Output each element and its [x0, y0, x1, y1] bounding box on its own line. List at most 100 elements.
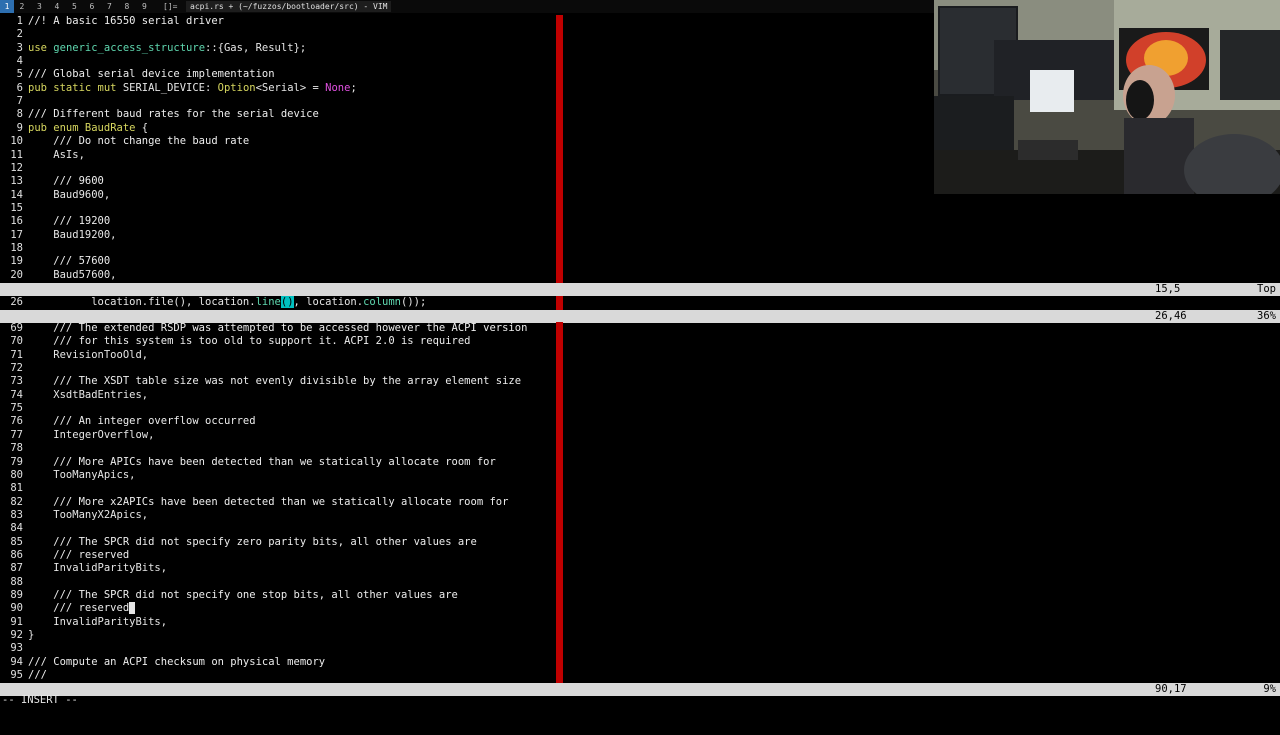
code-line[interactable]: 1 //! A basic 16550 serial driver	[0, 15, 224, 28]
code-token: Option	[217, 81, 256, 94]
line-number: 3	[16, 41, 23, 54]
code-line[interactable]: 12	[0, 162, 28, 175]
workspace-tag-8[interactable]: 8	[125, 2, 141, 11]
workspace-tag-3[interactable]: 3	[37, 2, 53, 11]
line-number: 7	[16, 95, 23, 108]
statusline-percent: 9%	[1263, 683, 1276, 695]
code-line[interactable]: 7	[0, 95, 28, 108]
code-line[interactable]: 83 TooManyX2Apics,	[0, 509, 148, 522]
code-line[interactable]: 92}	[0, 629, 34, 642]
line-number: 93	[10, 642, 23, 655]
code-token: /// The XSDT table size was not evenly d…	[28, 375, 522, 388]
line-number: 10	[10, 135, 23, 148]
webcam-image	[934, 0, 1280, 194]
editor-pane-main[interactable]: 26 location.file(), location.line(), loc…	[0, 296, 1280, 310]
code-line[interactable]: 72	[0, 362, 28, 375]
statusline-acpi[interactable]: src/acpi.rs [+] 90,17 9%	[0, 683, 1280, 708]
line-number: 83	[10, 508, 23, 521]
statusline-serial[interactable]: ../bootloader/src/serial.rs 15,5 Top	[0, 283, 1280, 308]
code-line[interactable]: 10 /// Do not change the baud rate	[0, 135, 249, 148]
code-line[interactable]: 88	[0, 576, 28, 589]
workspace-tag-1[interactable]: 1	[0, 0, 14, 13]
code-token: SERIAL_DEVICE:	[122, 81, 218, 94]
code-line[interactable]: 69 /// The extended RSDP was attempted t…	[0, 322, 527, 335]
code-token: /// 9600	[28, 175, 104, 188]
code-line[interactable]: 73 /// The XSDT table size was not evenl…	[0, 375, 521, 388]
code-line[interactable]: 5 /// Global serial device implementation	[0, 68, 275, 81]
code-line[interactable]: 4	[0, 55, 28, 68]
code-token: pub enum	[28, 121, 85, 134]
code-line[interactable]: 6 pub static mut SERIAL_DEVICE: Option<Se…	[0, 82, 357, 95]
line-number: 71	[10, 348, 23, 361]
code-line[interactable]: 76 /// An integer overflow occurred	[0, 415, 255, 428]
code-line[interactable]: 95 ///	[0, 669, 47, 682]
line-number: 20	[10, 268, 23, 281]
layout-symbol[interactable]: []=	[163, 2, 183, 11]
code-line[interactable]: 77 IntegerOverflow,	[0, 429, 154, 442]
workspace-tag-6[interactable]: 6	[90, 2, 106, 11]
code-line[interactable]: 26 location.file(), location.line(), loc…	[0, 296, 426, 309]
code-line[interactable]: 93	[0, 642, 28, 655]
line-number: 81	[10, 482, 23, 495]
code-token: /// Compute an ACPI checksum on physical…	[28, 655, 326, 668]
code-line[interactable]: 87 InvalidParityBits,	[0, 562, 167, 575]
code-line[interactable]: 20 Baud57600,	[0, 268, 116, 282]
code-token: TooManyApics,	[28, 468, 136, 481]
code-line[interactable]: 3 use generic_access_structure::{Gas, Res…	[0, 41, 307, 55]
line-number: 2	[16, 28, 23, 41]
line-number: 92	[10, 629, 23, 642]
code-token: RevisionTooOld,	[28, 348, 149, 361]
line-number: 12	[10, 161, 23, 174]
code-line[interactable]: 14 Baud9600,	[0, 189, 110, 202]
code-line[interactable]: 89 /// The SPCR did not specify one stop…	[0, 589, 458, 602]
code-line[interactable]: 19 /// 57600	[0, 255, 110, 268]
code-line[interactable]: 70 /// for this system is too old to sup…	[0, 335, 470, 348]
editor-pane-acpi[interactable]: 69 /// The extended RSDP was attempted t…	[0, 322, 1280, 683]
code-line[interactable]: 18	[0, 242, 28, 255]
code-line[interactable]: 13 /// 9600	[0, 175, 104, 188]
line-number: 5	[16, 68, 23, 81]
code-line[interactable]: 85 /// The SPCR did not specify zero par…	[0, 536, 477, 549]
code-line[interactable]: 90 /// reserved	[0, 602, 136, 615]
workspace-tag-9[interactable]: 9	[142, 2, 158, 11]
code-line[interactable]: 82 /// More x2APICs have been detected t…	[0, 496, 508, 509]
code-line[interactable]: 86 /// reserved	[0, 549, 129, 562]
workspace-tag-4[interactable]: 4	[55, 2, 71, 11]
code-line[interactable]: 2	[0, 28, 28, 41]
line-number: 73	[10, 375, 23, 388]
code-line[interactable]: 17 Baud19200,	[0, 229, 116, 242]
code-line[interactable]: 15	[0, 202, 28, 215]
code-line[interactable]: 16 /// 19200	[0, 215, 110, 228]
line-number: 69	[10, 322, 23, 334]
line-number: 70	[10, 335, 23, 348]
statusline-position: 15,5	[1155, 283, 1181, 295]
workspace-tag-5[interactable]: 5	[72, 2, 88, 11]
code-line[interactable]: 91 InvalidParityBits,	[0, 616, 167, 629]
workspace-tag-7[interactable]: 7	[107, 2, 123, 11]
line-number: 74	[10, 388, 23, 401]
code-line[interactable]: 94 /// Compute an ACPI checksum on physic…	[0, 656, 325, 669]
text-cursor	[129, 602, 136, 615]
line-number: 4	[16, 55, 23, 68]
line-number: 88	[10, 575, 23, 588]
code-line[interactable]: 81	[0, 482, 28, 495]
code-line[interactable]: 79 /// More APICs have been detected tha…	[0, 456, 495, 469]
line-number: 15	[10, 201, 23, 214]
code-token: BaudRate	[84, 121, 136, 134]
code-line[interactable]: 78	[0, 442, 28, 455]
code-line[interactable]: 80 TooManyApics,	[0, 469, 135, 482]
code-token: line	[255, 296, 281, 308]
code-line[interactable]: 9 pub enum BaudRate {	[0, 122, 148, 135]
line-number: 90	[10, 602, 23, 615]
code-line[interactable]: 74 XsdtBadEntries,	[0, 389, 148, 402]
line-number: 85	[10, 535, 23, 548]
line-number: 18	[10, 241, 23, 254]
code-token: InvalidParityBits,	[28, 562, 168, 575]
code-line[interactable]: 71 RevisionTooOld,	[0, 349, 148, 362]
code-line[interactable]: 75	[0, 402, 28, 415]
code-token: /// The extended RSDP was attempted to b…	[28, 322, 528, 334]
code-line[interactable]: 11 AsIs,	[0, 149, 85, 162]
code-line[interactable]: 8 /// Different baud rates for the serial…	[0, 108, 319, 121]
workspace-tag-2[interactable]: 2	[20, 2, 36, 11]
code-line[interactable]: 84	[0, 522, 28, 535]
